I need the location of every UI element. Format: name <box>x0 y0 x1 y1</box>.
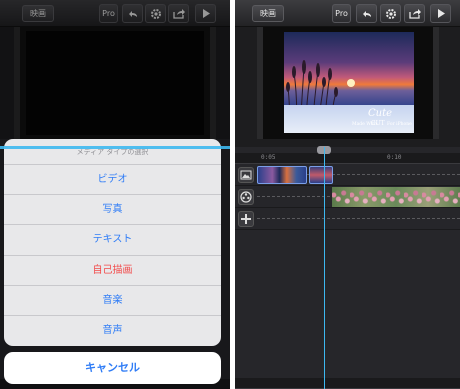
timeline[interactable]: 0:05 0:10 <box>235 146 460 389</box>
media-type-action-sheet: メディア タイプの選択 ビデオ 写真 テキスト 自己描画 音楽 音声 <box>4 139 221 346</box>
media-option-text[interactable]: テキスト <box>4 225 221 256</box>
back-button[interactable]: 映画 <box>252 5 284 22</box>
playhead[interactable] <box>324 147 325 389</box>
add-track-row <box>235 208 460 230</box>
video-track <box>235 186 460 208</box>
watermark-for-iphone: For iPhone <box>387 122 412 127</box>
undo-button[interactable] <box>356 4 377 23</box>
media-option-voice[interactable]: 音声 <box>4 316 221 346</box>
timeline-ruler: 0:05 0:10 <box>235 153 460 164</box>
ruler-label-5s: 0:05 <box>261 154 276 161</box>
video-track-button[interactable] <box>238 189 254 205</box>
image-track-button[interactable] <box>238 167 254 183</box>
share-icon <box>408 9 421 19</box>
image-track <box>235 164 460 186</box>
ruler-label-10s: 0:10 <box>387 154 402 161</box>
media-option-music[interactable]: 音楽 <box>4 286 221 316</box>
snow-ground <box>284 105 414 133</box>
watermark-script: Cute <box>368 108 393 119</box>
left-timeline-progress <box>0 146 230 149</box>
gear-icon <box>385 9 396 19</box>
photo-clip-1[interactable] <box>257 166 307 184</box>
media-option-photo[interactable]: 写真 <box>4 195 221 226</box>
media-option-drawing[interactable]: 自己描画 <box>4 256 221 286</box>
add-track-icon <box>241 214 251 224</box>
action-sheet-title: メディア タイプの選択 <box>4 139 221 165</box>
watermark-made-with: Made With <box>352 122 377 127</box>
share-button[interactable] <box>404 4 425 23</box>
left-screen: 映画 Pro メディア タイプの選択 ビデオ 写真 テキスト 自己描画 音楽 音… <box>0 0 230 389</box>
settings-button[interactable] <box>380 4 401 23</box>
undo-icon <box>362 11 371 17</box>
top-toolbar: 映画 Pro <box>235 0 460 27</box>
video-frame: Cute CUT Made With For iPhone <box>284 32 414 133</box>
play-button[interactable] <box>430 4 451 23</box>
sun <box>347 79 355 87</box>
play-icon <box>437 9 445 18</box>
timeline-ruler-bottom <box>235 378 460 389</box>
film-track-icon <box>240 191 252 203</box>
media-option-video[interactable]: ビデオ <box>4 165 221 196</box>
add-track-button[interactable] <box>238 211 254 227</box>
photo-clip-2[interactable] <box>309 166 333 184</box>
video-clip[interactable] <box>332 187 460 207</box>
pro-button[interactable]: Pro <box>332 4 351 23</box>
image-track-icon <box>240 170 252 180</box>
cancel-button[interactable]: キャンセル <box>4 352 221 384</box>
